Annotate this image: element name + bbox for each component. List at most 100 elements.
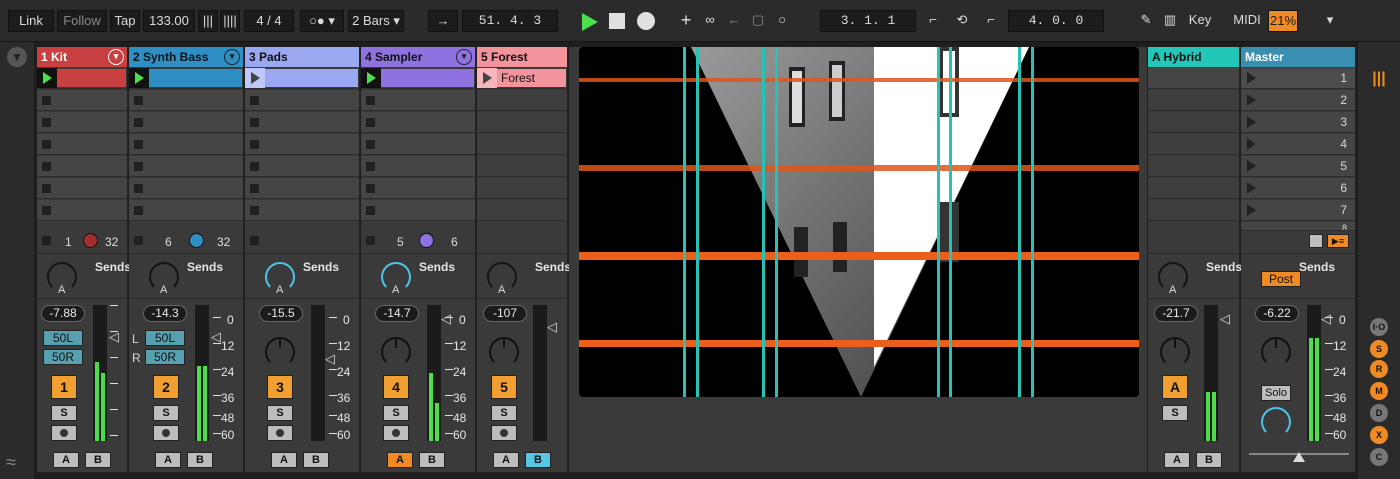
pan-right-field[interactable]: 50R <box>145 349 185 365</box>
clip-slot[interactable] <box>1148 134 1239 155</box>
pan-right-field[interactable]: 50R <box>43 349 83 365</box>
volume-field[interactable]: -14.7 <box>375 305 419 322</box>
track-activator-button[interactable]: A <box>1162 375 1188 399</box>
solo-button[interactable]: S <box>1162 405 1188 421</box>
crossfade-a-button[interactable]: A <box>53 452 79 468</box>
loop-start-field[interactable]: 3. 1. 1 <box>820 10 916 32</box>
crossfade-a-button[interactable]: A <box>155 452 181 468</box>
solo-button[interactable]: S <box>267 405 293 421</box>
clip-slot[interactable]: Forest <box>477 68 567 89</box>
cpu-menu-icon[interactable]: ▾ <box>1320 10 1340 32</box>
io-toggle-icon[interactable]: I·O <box>1370 318 1388 336</box>
crossfade-b-button[interactable]: B <box>1196 452 1222 468</box>
play-icon[interactable] <box>580 12 600 32</box>
clip-slot[interactable] <box>477 156 567 177</box>
clip-slot[interactable] <box>361 68 475 89</box>
track-title[interactable]: Master <box>1241 47 1355 67</box>
track-menu-icon[interactable]: ▾ <box>108 49 124 65</box>
nudge-down-icon[interactable]: ||| <box>198 10 218 32</box>
crossfade-a-button[interactable]: A <box>1164 452 1190 468</box>
volume-field[interactable]: -107 <box>483 305 527 322</box>
arrangement-position-field[interactable]: 51. 4. 3 <box>462 10 558 32</box>
clip-slot[interactable] <box>361 200 475 221</box>
scene-8[interactable]: 8 <box>1241 222 1355 231</box>
clip-slot[interactable] <box>37 90 127 111</box>
volume-field[interactable]: -15.5 <box>259 305 303 322</box>
track-menu-icon[interactable]: ▾ <box>456 49 472 65</box>
scene-1[interactable]: 1 <box>1241 68 1355 89</box>
clip-slot[interactable] <box>477 90 567 111</box>
quantize-menu[interactable]: 2 Bars ▾ <box>348 10 404 32</box>
cue-volume-knob[interactable] <box>1261 407 1291 437</box>
key-map-button[interactable]: Key <box>1184 10 1216 32</box>
clip-slot[interactable] <box>37 178 127 199</box>
clip-slot[interactable] <box>37 112 127 133</box>
solo-button[interactable]: S <box>491 405 517 421</box>
link-button[interactable]: Link <box>8 10 54 32</box>
clip-slot[interactable] <box>129 178 243 199</box>
crossfade-b-button[interactable]: B <box>525 452 551 468</box>
overview-icon[interactable]: ≈ <box>6 452 28 474</box>
metronome-icon[interactable]: ○● ▾ <box>300 10 344 32</box>
clip-slot[interactable] <box>477 200 567 221</box>
fader-triangle-icon[interactable]: ◁ <box>547 319 557 335</box>
clip-slot[interactable] <box>129 68 243 89</box>
returns-toggle-icon[interactable]: R <box>1370 360 1388 378</box>
punch-in-icon[interactable]: ⌐ <box>922 10 944 32</box>
track-activator-button[interactable]: 5 <box>491 375 517 399</box>
track-title[interactable]: 1 Kit ▾ <box>37 47 127 67</box>
follow-action-icon[interactable]: ▶≡ <box>1327 234 1349 248</box>
track-title[interactable]: 2 Synth Bass ▾ <box>129 47 243 67</box>
record-icon[interactable] <box>637 12 655 30</box>
clip-slot[interactable] <box>37 134 127 155</box>
back-to-arrangement-icon[interactable]: ← <box>724 10 744 32</box>
clip-slot[interactable] <box>129 112 243 133</box>
clip-slot[interactable] <box>129 156 243 177</box>
clip-slot[interactable] <box>1148 68 1239 89</box>
clip-slot[interactable] <box>245 156 359 177</box>
crossfade-a-button[interactable]: A <box>271 452 297 468</box>
track-title[interactable]: 4 Sampler ▾ <box>361 47 475 67</box>
loop-length-field[interactable]: 4. 0. 0 <box>1008 10 1104 32</box>
scene-4[interactable]: 4 <box>1241 134 1355 155</box>
crossfade-a-button[interactable]: A <box>493 452 519 468</box>
crossfader-toggle-icon[interactable]: X <box>1370 426 1388 444</box>
crossfader-handle[interactable] <box>1293 452 1305 462</box>
crossfade-a-button[interactable]: A <box>387 452 413 468</box>
pan-knob[interactable] <box>1261 337 1291 367</box>
clip-slot[interactable] <box>245 68 359 89</box>
delay-toggle-icon[interactable]: D <box>1370 404 1388 422</box>
track-activator-button[interactable]: 4 <box>383 375 409 399</box>
clip-slot[interactable] <box>1148 156 1239 177</box>
clip-slot[interactable] <box>361 156 475 177</box>
scene-6[interactable]: 6 <box>1241 178 1355 199</box>
stop-all-icon[interactable] <box>366 236 375 245</box>
track-activator-button[interactable]: 1 <box>51 375 77 399</box>
clip-slot[interactable] <box>245 112 359 133</box>
track-title[interactable]: 3 Pads <box>245 47 359 67</box>
solo-button[interactable]: S <box>153 405 179 421</box>
clip-slot[interactable] <box>37 156 127 177</box>
follow-arrangement-icon[interactable]: → <box>428 10 458 32</box>
midi-map-button[interactable]: MIDI <box>1228 10 1266 32</box>
tap-button[interactable]: Tap <box>110 10 140 32</box>
clip-slot[interactable] <box>361 178 475 199</box>
clip-slot[interactable] <box>1148 178 1239 199</box>
pan-knob[interactable] <box>381 337 411 367</box>
monitor-button[interactable] <box>491 425 517 441</box>
mixer-section-icon[interactable]: M <box>1370 382 1388 400</box>
solo-button[interactable]: S <box>51 405 77 421</box>
clip-toggle-icon[interactable]: C <box>1370 448 1388 466</box>
scene-7[interactable]: 7 <box>1241 200 1355 221</box>
clip-slot[interactable] <box>1148 200 1239 221</box>
volume-field[interactable]: -6.22 <box>1255 305 1299 322</box>
punch-out-icon[interactable]: ⌐ <box>980 10 1002 32</box>
clip-slot[interactable] <box>361 134 475 155</box>
solo-button[interactable]: S <box>383 405 409 421</box>
clip-slot[interactable] <box>37 68 127 89</box>
automation-arm-icon[interactable]: ∞ <box>700 10 720 32</box>
track-title[interactable]: 5 Forest <box>477 47 567 67</box>
pan-knob[interactable] <box>489 337 519 367</box>
clip-slot[interactable] <box>245 178 359 199</box>
stop-all-icon[interactable] <box>250 236 259 245</box>
